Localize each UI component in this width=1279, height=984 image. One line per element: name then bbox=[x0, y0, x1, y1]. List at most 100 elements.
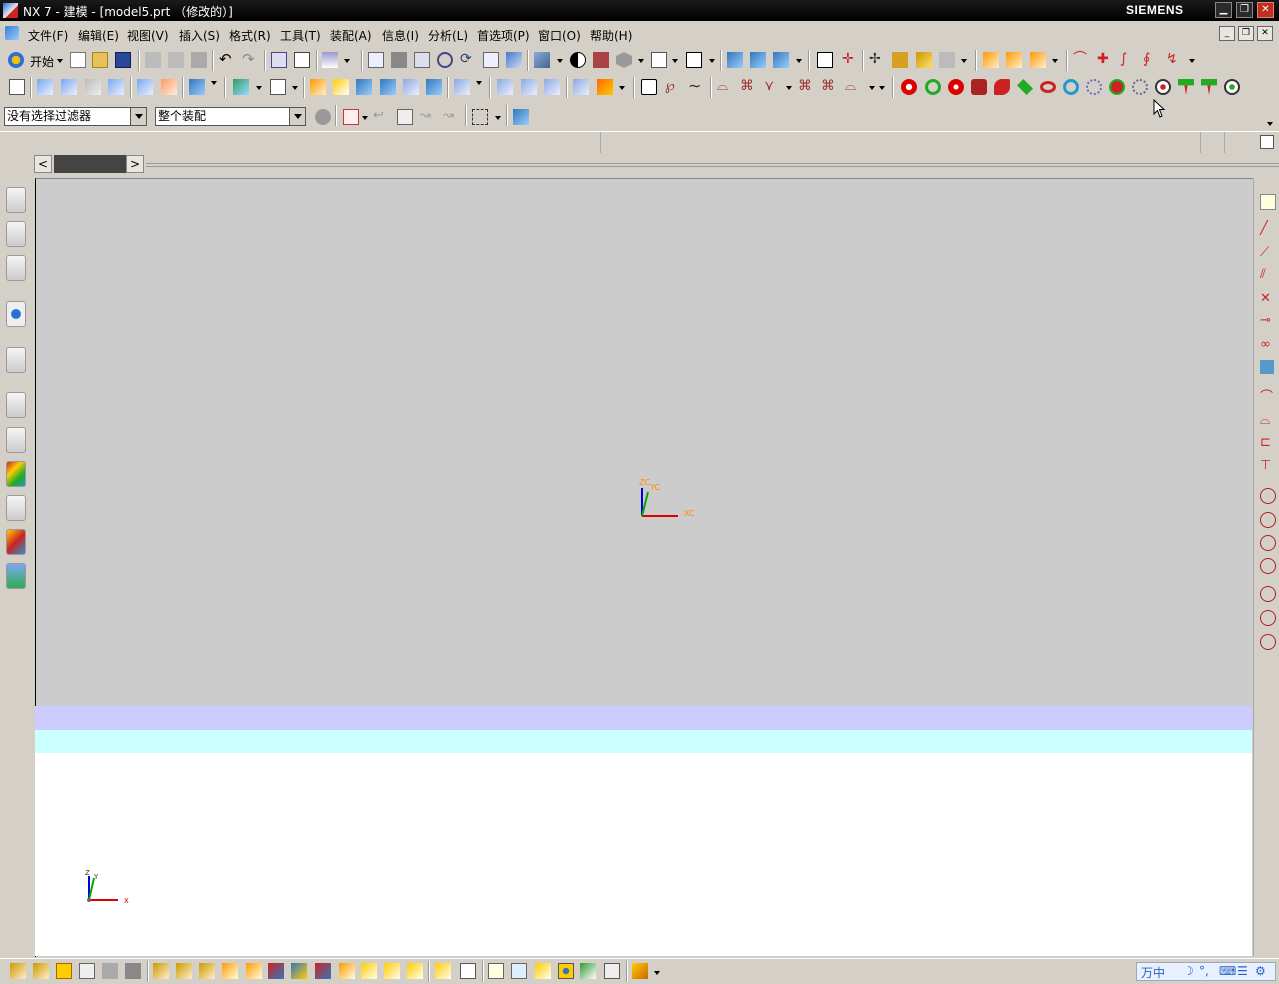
view-icon-1[interactable] bbox=[435, 963, 451, 979]
select-features-icon[interactable] bbox=[315, 109, 331, 125]
zoom-icon[interactable] bbox=[414, 52, 430, 68]
section-view-icon[interactable] bbox=[593, 52, 609, 68]
thicken-icon[interactable] bbox=[573, 79, 589, 95]
arc-bracket-icon[interactable]: ⊏ bbox=[1260, 436, 1274, 450]
select-undo-icon[interactable]: ↩ bbox=[373, 109, 389, 125]
hd3d-tools-icon[interactable] bbox=[6, 347, 26, 373]
ime-settings-icon[interactable]: ⚙ bbox=[1255, 964, 1266, 978]
sketch-plane-icon[interactable] bbox=[270, 79, 286, 95]
selection-scope-dropdown[interactable]: 整个装配 bbox=[155, 107, 306, 126]
view-layout-dropdown-icon[interactable] bbox=[672, 59, 678, 63]
offset-curve-icon[interactable]: ⌓ bbox=[717, 79, 733, 95]
red-green-icon[interactable] bbox=[1109, 79, 1125, 95]
flag-red-icon[interactable] bbox=[1201, 79, 1217, 95]
boss-icon[interactable] bbox=[161, 79, 177, 95]
redo-icon[interactable]: ↷ bbox=[242, 52, 258, 68]
circle-through-icon[interactable] bbox=[1260, 634, 1276, 650]
start-button[interactable]: 开始 bbox=[30, 53, 54, 70]
curve-analysis-icon[interactable] bbox=[641, 79, 657, 95]
circle-tangent-icon[interactable] bbox=[1260, 535, 1276, 551]
doc-minimize-button[interactable]: _ bbox=[1219, 26, 1235, 41]
snap-icon-5[interactable] bbox=[246, 963, 262, 979]
pattern-more-icon[interactable] bbox=[476, 81, 482, 85]
parallel-line-icon[interactable]: ⫽ bbox=[1260, 268, 1274, 282]
view-icon-5[interactable] bbox=[535, 963, 551, 979]
section-curve-icon[interactable]: ⌓ bbox=[845, 79, 861, 95]
view-icon-4[interactable] bbox=[511, 963, 527, 979]
menu-analysis[interactable]: 分析(L) bbox=[428, 27, 468, 44]
system-materials-icon[interactable] bbox=[6, 427, 26, 453]
assembly-constraint-icon[interactable] bbox=[773, 52, 789, 68]
measure-distance-icon[interactable]: ✢ bbox=[869, 52, 885, 68]
trim-body-icon[interactable] bbox=[597, 79, 613, 95]
sphere-icon[interactable] bbox=[108, 79, 124, 95]
reuse-library-icon[interactable] bbox=[6, 301, 26, 327]
new-file-icon[interactable] bbox=[70, 52, 86, 68]
leaf-marker-icon[interactable] bbox=[994, 79, 1010, 95]
sweep-icon[interactable] bbox=[1030, 52, 1046, 68]
cut-icon[interactable] bbox=[145, 52, 161, 68]
roles-icon[interactable] bbox=[6, 529, 26, 555]
orient-view-dropdown-icon[interactable] bbox=[638, 59, 644, 63]
snap-icon-6[interactable] bbox=[268, 963, 284, 979]
arc-icon[interactable]: ⌒ bbox=[1260, 391, 1274, 405]
tab-scroll-left-button[interactable]: < bbox=[34, 155, 52, 173]
sketch-icon[interactable] bbox=[271, 52, 287, 68]
rotate-icon[interactable]: ⟳ bbox=[460, 52, 476, 68]
block-icon[interactable] bbox=[37, 79, 53, 95]
perspective-icon[interactable] bbox=[506, 52, 522, 68]
utility-icon-6[interactable] bbox=[125, 963, 141, 979]
rectangle-select-icon[interactable] bbox=[472, 109, 488, 125]
background-icon[interactable] bbox=[686, 52, 702, 68]
green-shape-icon[interactable] bbox=[1017, 79, 1033, 95]
datum-plane-icon[interactable] bbox=[189, 79, 205, 95]
circle-3pt-icon[interactable] bbox=[1260, 512, 1276, 528]
measure-length-icon[interactable] bbox=[892, 52, 908, 68]
selection-options-icon[interactable] bbox=[322, 52, 338, 68]
swept-surface-icon[interactable] bbox=[544, 79, 560, 95]
unite-icon[interactable] bbox=[233, 79, 249, 95]
gear-outline-icon[interactable] bbox=[1132, 79, 1148, 95]
measure-body-icon[interactable] bbox=[939, 52, 955, 68]
target-icon[interactable] bbox=[1155, 79, 1171, 95]
select-component-icon[interactable] bbox=[513, 109, 529, 125]
view-icon-2[interactable] bbox=[460, 963, 476, 979]
circle-radius-icon[interactable] bbox=[1260, 558, 1276, 574]
full-screen-icon[interactable] bbox=[1260, 135, 1274, 149]
visual-scenes-icon[interactable] bbox=[6, 461, 26, 487]
arc-corner-icon[interactable]: ⊤ bbox=[1260, 459, 1274, 473]
cylinder-marker-icon[interactable] bbox=[971, 79, 987, 95]
process-studio-icon[interactable] bbox=[6, 495, 26, 521]
menu-window[interactable]: 窗口(O) bbox=[538, 27, 581, 44]
ime-keyboard-icon[interactable]: ⌨ bbox=[1219, 964, 1236, 978]
render-style-dropdown-icon[interactable] bbox=[557, 59, 563, 63]
view-icon-3[interactable] bbox=[488, 963, 504, 979]
fit-view-icon[interactable] bbox=[368, 52, 384, 68]
save-icon[interactable] bbox=[115, 52, 131, 68]
paste-icon[interactable] bbox=[191, 52, 207, 68]
snap-icon-4[interactable] bbox=[222, 963, 238, 979]
zoom-window-icon[interactable] bbox=[391, 52, 407, 68]
arc-tangent-icon[interactable]: ⌓ bbox=[1260, 414, 1274, 428]
edit-curve-dropdown-icon[interactable] bbox=[1189, 59, 1195, 63]
utility-icon-4[interactable] bbox=[79, 963, 95, 979]
snap-icon-8[interactable] bbox=[315, 963, 331, 979]
snap-point-icon[interactable] bbox=[817, 52, 833, 68]
utility-icon-1[interactable] bbox=[10, 963, 26, 979]
ime-moon-icon[interactable]: ☽ bbox=[1183, 964, 1194, 978]
start-dropdown-icon[interactable] bbox=[57, 59, 63, 63]
dotted-ring-icon[interactable] bbox=[1086, 79, 1102, 95]
view-layout-icon[interactable] bbox=[651, 52, 667, 68]
snap-icon-1[interactable] bbox=[153, 963, 169, 979]
close-button[interactable]: ✕ bbox=[1257, 2, 1274, 18]
ring-marker-icon[interactable] bbox=[1040, 81, 1056, 93]
doc-close-button[interactable]: ✕ bbox=[1257, 26, 1273, 41]
view-icon-6[interactable] bbox=[558, 963, 574, 979]
tangent-line-icon[interactable]: ⊸ bbox=[1260, 314, 1274, 328]
view-icon-7[interactable] bbox=[580, 963, 596, 979]
through-mesh-icon[interactable] bbox=[521, 79, 537, 95]
menu-edit[interactable]: 编辑(E) bbox=[78, 27, 119, 44]
circle-center-icon[interactable] bbox=[1260, 488, 1276, 504]
menu-file[interactable]: 文件(F) bbox=[28, 27, 68, 44]
menu-information[interactable]: 信息(I) bbox=[382, 27, 419, 44]
